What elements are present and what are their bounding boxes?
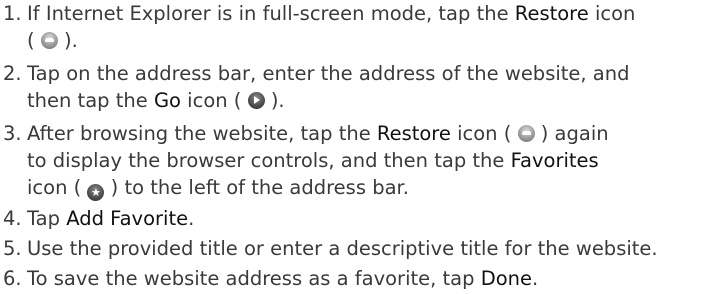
restore-icon xyxy=(517,125,535,142)
favorites-keyword: Favorites xyxy=(510,149,599,172)
favorites-icon: ★ xyxy=(87,184,105,201)
step-text: ( ). xyxy=(27,29,78,52)
step-text: If Internet Explorer is in full-screen m… xyxy=(27,2,636,25)
step-text: After browsing the website, tap the Rest… xyxy=(27,122,609,145)
step-number: 1. xyxy=(3,2,22,25)
step-text: Tap on the address bar, enter the addres… xyxy=(27,62,630,85)
step-text: To save the website address as a favorit… xyxy=(27,267,539,290)
done-keyword: Done xyxy=(480,267,533,290)
go-icon xyxy=(247,92,265,109)
step-number: 3. xyxy=(3,122,22,145)
step-number: 6. xyxy=(3,267,22,290)
restore-keyword: Restore xyxy=(376,122,451,145)
step-text: Tap Add Favorite. xyxy=(27,207,195,230)
go-keyword: Go xyxy=(153,89,181,112)
add-favorite-keyword: Add Favorite xyxy=(66,207,189,230)
restore-icon xyxy=(40,32,58,49)
restore-keyword: Restore xyxy=(514,2,589,25)
step-number: 2. xyxy=(3,62,22,85)
instruction-steps: 1. If Internet Explorer is in full-scree… xyxy=(0,0,710,292)
step-number: 5. xyxy=(3,237,22,260)
step-text: then tap the Go icon ( ). xyxy=(27,89,285,112)
step-text: icon ( ★ ) to the left of the address ba… xyxy=(27,176,409,201)
step-number: 4. xyxy=(3,207,22,230)
step-text: Use the provided title or enter a descri… xyxy=(27,237,658,260)
step-text: to display the browser controls, and the… xyxy=(27,149,599,172)
